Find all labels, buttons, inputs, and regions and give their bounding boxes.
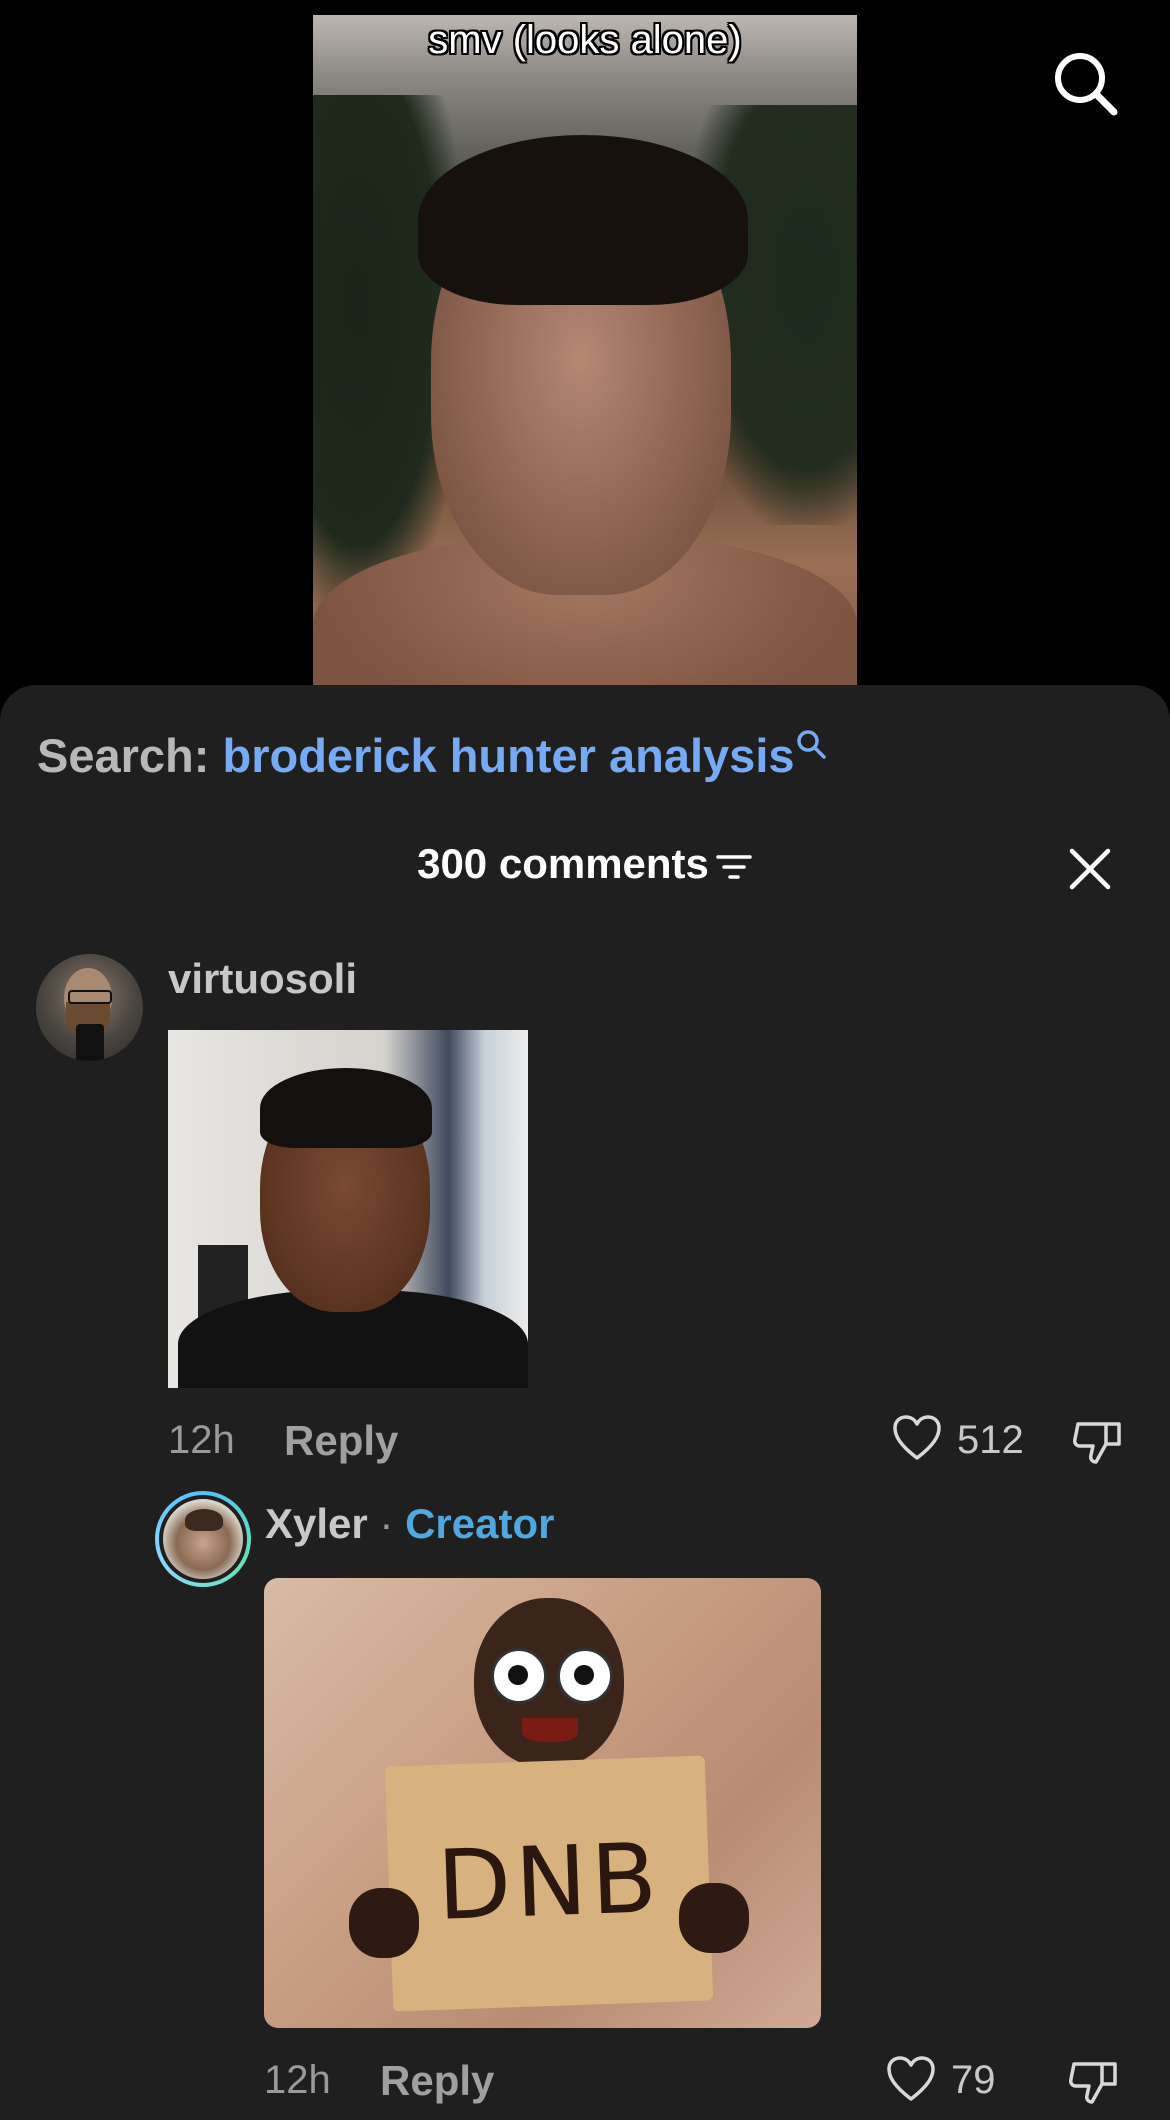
- video-player[interactable]: [313, 15, 857, 685]
- comments-count: 300 comments: [417, 840, 709, 887]
- search-icon[interactable]: [1050, 48, 1120, 118]
- comment-timestamp: 12h: [264, 2058, 331, 2102]
- video-person-hair: [418, 135, 748, 305]
- avatar-hair: [185, 1509, 223, 1531]
- comment-author-row: Xyler · Creator: [265, 1500, 554, 1548]
- image-sign: DNB: [384, 1755, 714, 2012]
- like-count: 79: [951, 2058, 996, 2102]
- image-eye-left: [491, 1648, 547, 1704]
- image-hand-left: [349, 1888, 419, 1958]
- avatar-phone: [76, 1024, 104, 1061]
- avatar[interactable]: [36, 954, 143, 1061]
- comments-header: 300 comments: [0, 840, 1170, 888]
- close-icon[interactable]: [1068, 847, 1112, 891]
- comment-image[interactable]: [168, 1030, 528, 1388]
- search-label: Search:: [37, 729, 210, 782]
- search-suggestion[interactable]: Search: broderick hunter analysis: [37, 728, 827, 783]
- filter-icon[interactable]: [715, 852, 753, 882]
- creator-badge: Creator: [405, 1500, 555, 1547]
- avatar-glasses: [68, 990, 112, 1004]
- comment-username[interactable]: virtuosoli: [168, 955, 357, 1003]
- like-count: 512: [957, 1418, 1024, 1462]
- separator-dot: ·: [379, 1500, 394, 1547]
- reply-button[interactable]: Reply: [380, 2057, 494, 2105]
- reply-button[interactable]: Reply: [284, 1417, 398, 1465]
- heart-icon[interactable]: [886, 2055, 936, 2103]
- image-hair: [260, 1068, 432, 1148]
- comment-username[interactable]: Xyler: [265, 1500, 368, 1547]
- image-mouth: [522, 1718, 578, 1742]
- search-query-link[interactable]: broderick hunter analysis: [222, 729, 794, 782]
- avatar[interactable]: [155, 1491, 251, 1587]
- comment-timestamp: 12h: [168, 1418, 235, 1462]
- dislike-icon[interactable]: [1072, 1414, 1124, 1466]
- heart-icon[interactable]: [892, 1414, 942, 1462]
- image-hand-right: [679, 1883, 749, 1953]
- video-caption-overlay: smv (looks alone): [428, 18, 742, 62]
- image-sign-text: DNB: [435, 1822, 663, 1942]
- search-icon: [796, 730, 826, 759]
- image-pupil: [508, 1665, 528, 1685]
- avatar-inner: [159, 1495, 247, 1583]
- image-pupil: [574, 1665, 594, 1685]
- dislike-icon[interactable]: [1068, 2054, 1120, 2106]
- image-eye-right: [557, 1648, 613, 1704]
- comment-image[interactable]: DNB: [264, 1578, 821, 2028]
